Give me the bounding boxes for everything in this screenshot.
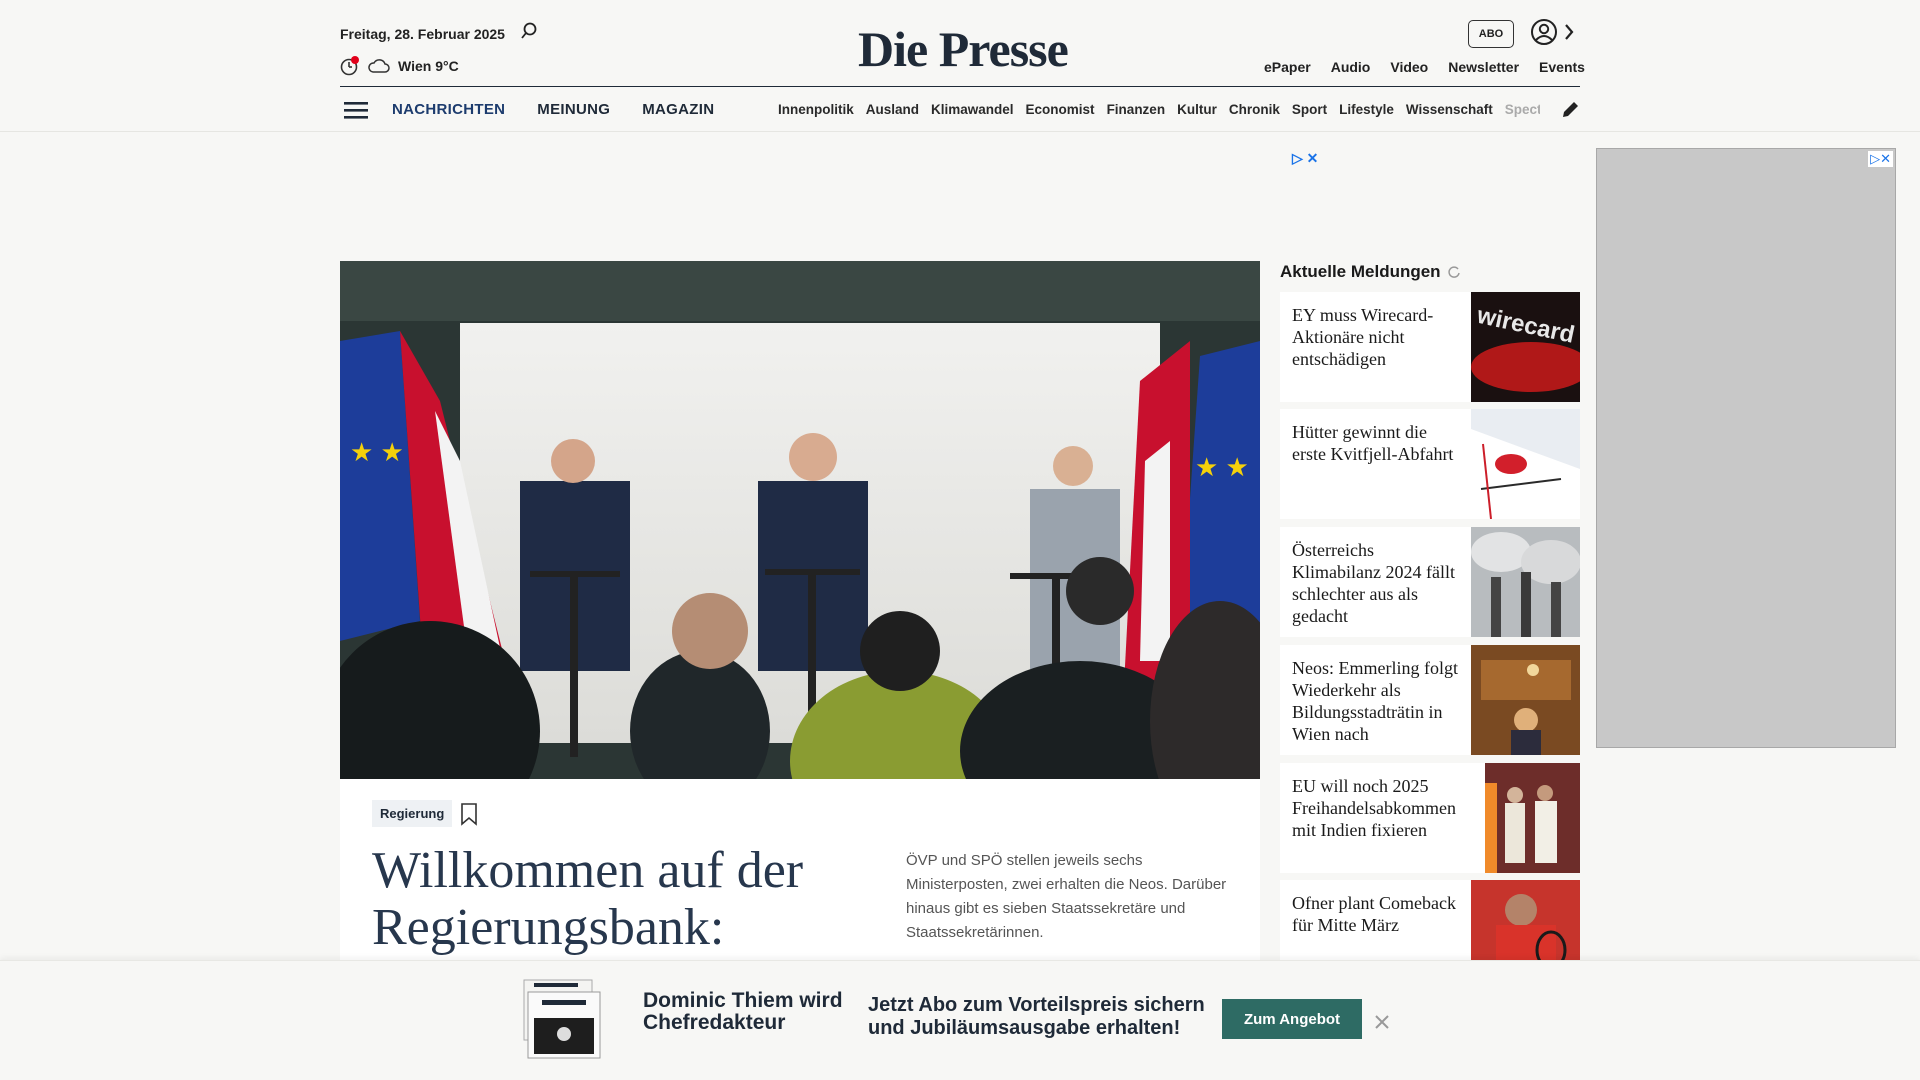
section-ausland[interactable]: Ausland xyxy=(866,102,919,117)
news-thumbnail: wirecard xyxy=(1471,292,1580,402)
top-link-events[interactable]: Events xyxy=(1539,59,1585,75)
news-item-title: EY muss Wirecard-Aktionäre nicht entschä… xyxy=(1292,305,1434,369)
promo-headline: Dominic Thiem wird Chefredakteur xyxy=(643,989,843,1034)
section-economist[interactable]: Economist xyxy=(1026,102,1095,117)
news-thumbnail xyxy=(1471,645,1580,755)
weather-label: Wien 9°C xyxy=(398,58,459,74)
nav-nachrichten[interactable]: NACHRICHTEN xyxy=(392,101,505,118)
section-kultur[interactable]: Kultur xyxy=(1177,102,1217,117)
news-item[interactable]: Österreichs Klimabilanz 2024 fällt schle… xyxy=(1280,527,1580,637)
bookmark-icon[interactable] xyxy=(460,802,478,826)
section-klimawandel[interactable]: Klimawandel xyxy=(931,102,1014,117)
news-item-title: Hütter gewinnt die erste Kvitfjell-Abfah… xyxy=(1292,422,1454,464)
section-innenpolitik[interactable]: Innenpolitik xyxy=(778,102,854,117)
news-thumbnail xyxy=(1471,409,1580,519)
news-item-title: Österreichs Klimabilanz 2024 fällt schle… xyxy=(1292,540,1455,626)
news-item[interactable]: Ofner plant Comeback für Mitte März xyxy=(1280,880,1580,960)
nav-divider xyxy=(340,86,1580,87)
newspaper-stack-image xyxy=(523,979,601,1059)
section-spectrum[interactable]: Spectrum xyxy=(1505,102,1540,117)
news-item[interactable]: EU will noch 2025 Freihandelsabkommen mi… xyxy=(1280,763,1580,873)
hero-headline[interactable]: Willkommen auf der Regierungsbank: xyxy=(372,842,852,956)
section-sport[interactable]: Sport xyxy=(1292,102,1327,117)
abo-button[interactable]: ABO xyxy=(1468,20,1514,48)
top-links: ePaper Audio Video Newsletter Events xyxy=(1264,59,1585,75)
svg-text:★ ★: ★ ★ xyxy=(1195,452,1249,482)
cloud-icon xyxy=(368,59,390,73)
category-tag[interactable]: Regierung xyxy=(372,800,453,827)
hero-image[interactable]: ★ ★ ★ ★ xyxy=(340,261,1260,779)
hero-teaser: ÖVP und SPÖ stellen jeweils sechs Minist… xyxy=(906,852,1227,941)
clock-notification-icon[interactable] xyxy=(340,56,360,76)
top-link-audio[interactable]: Audio xyxy=(1331,59,1371,75)
site-header: Freitag, 28. Februar 2025 Wien 9°C Die P… xyxy=(0,0,1920,132)
adchoices-icon[interactable]: ▷ ✕ xyxy=(1292,150,1318,167)
news-item[interactable]: Hütter gewinnt die erste Kvitfjell-Abfah… xyxy=(1280,409,1580,519)
news-item[interactable]: Neos: Emmerling folgt Wiederkehr als Bil… xyxy=(1280,645,1580,755)
news-item[interactable]: EY muss Wirecard-Aktionäre nicht entschä… xyxy=(1280,292,1580,402)
aktuelle-meldungen-label: Aktuelle Meldungen xyxy=(1280,262,1441,281)
top-link-video[interactable]: Video xyxy=(1390,59,1428,75)
nav-magazin[interactable]: MAGAZIN xyxy=(642,101,714,118)
search-icon[interactable] xyxy=(520,22,538,40)
zum-angebot-button[interactable]: Zum Angebot xyxy=(1222,999,1362,1039)
menu-icon[interactable] xyxy=(344,100,368,120)
ad-skyscraper[interactable]: ▷✕ xyxy=(1596,148,1896,748)
section-wissenschaft[interactable]: Wissenschaft xyxy=(1406,102,1493,117)
promo-text: Jetzt Abo zum Vorteilspreis sichern und … xyxy=(868,994,1205,1039)
site-logo[interactable]: Die Presse xyxy=(858,20,1069,78)
nav-meinung[interactable]: MEINUNG xyxy=(537,101,610,118)
news-thumbnail xyxy=(1485,763,1580,873)
news-item-title: EU will noch 2025 Freihandelsabkommen mi… xyxy=(1292,776,1456,840)
aktuelle-meldungen-title: Aktuelle Meldungen xyxy=(1280,262,1461,282)
close-icon[interactable] xyxy=(1372,1012,1392,1032)
top-link-newsletter[interactable]: Newsletter xyxy=(1448,59,1519,75)
news-item-title: Neos: Emmerling folgt Wiederkehr als Bil… xyxy=(1292,658,1458,744)
news-thumbnail xyxy=(1471,880,1580,960)
section-chronik[interactable]: Chronik xyxy=(1229,102,1280,117)
refresh-icon xyxy=(1447,266,1460,278)
section-finanzen[interactable]: Finanzen xyxy=(1107,102,1166,117)
section-lifestyle[interactable]: Lifestyle xyxy=(1339,102,1394,117)
main-nav: NACHRICHTEN MEINUNG MAGAZIN xyxy=(392,101,714,118)
chevron-right-icon[interactable] xyxy=(1562,22,1576,42)
pencil-icon[interactable] xyxy=(1560,100,1580,120)
svg-text:★ ★: ★ ★ xyxy=(350,437,404,467)
current-date: Freitag, 28. Februar 2025 xyxy=(340,26,505,42)
ad-close-icon[interactable]: ▷✕ xyxy=(1868,151,1893,167)
press-conference-photo: ★ ★ ★ ★ xyxy=(340,261,1260,779)
weather-widget[interactable]: Wien 9°C xyxy=(340,56,459,76)
news-thumbnail xyxy=(1471,527,1580,637)
news-item-title: Ofner plant Comeback für Mitte März xyxy=(1292,893,1456,935)
user-icon[interactable] xyxy=(1530,18,1558,46)
top-link-epaper[interactable]: ePaper xyxy=(1264,59,1311,75)
section-nav: Innenpolitik Ausland Klimawandel Economi… xyxy=(778,102,1540,117)
